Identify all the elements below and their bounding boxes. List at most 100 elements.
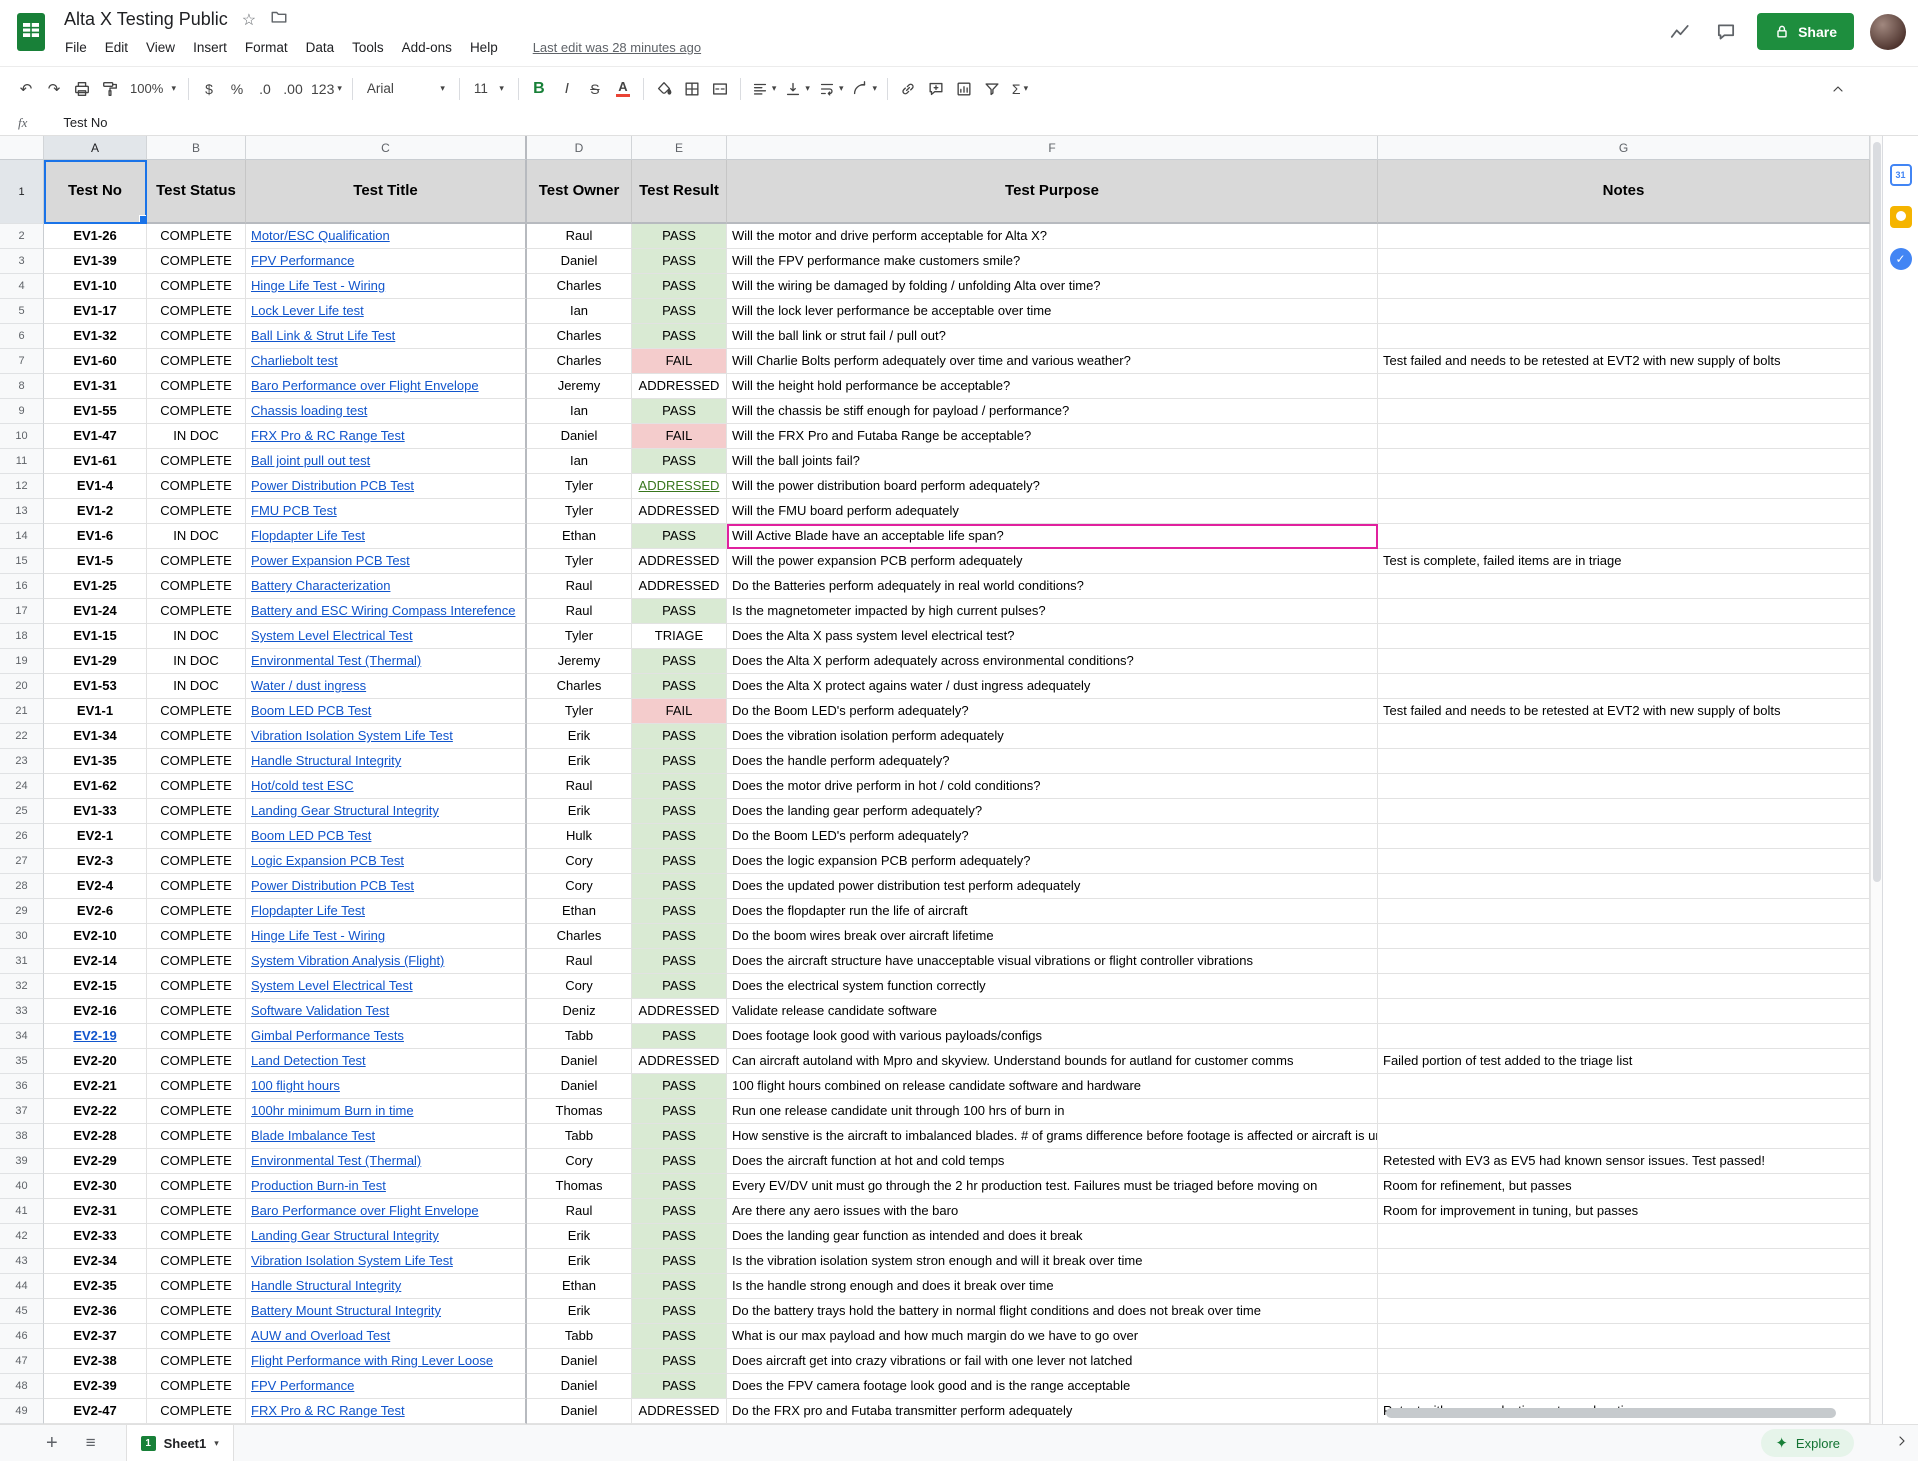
row-header-16[interactable]: 16 — [0, 574, 44, 599]
cell-test-purpose[interactable]: Does the landing gear perform adequately… — [727, 799, 1378, 824]
cell-notes[interactable] — [1378, 224, 1870, 249]
cell-test-status[interactable]: COMPLETE — [147, 899, 246, 924]
merge-cells-button[interactable] — [706, 75, 734, 103]
row-header-26[interactable]: 26 — [0, 824, 44, 849]
row-header-32[interactable]: 32 — [0, 974, 44, 999]
cell-notes[interactable] — [1378, 1024, 1870, 1049]
cell-test-status[interactable]: COMPLETE — [147, 849, 246, 874]
cell-test-purpose[interactable]: Do the FRX pro and Futaba transmitter pe… — [727, 1399, 1378, 1424]
cell-test-result[interactable]: PASS — [632, 674, 727, 699]
cell-test-title-link[interactable]: Flopdapter Life Test — [246, 899, 527, 924]
last-edit-link[interactable]: Last edit was 28 minutes ago — [533, 40, 701, 55]
cell-test-owner[interactable]: Erik — [527, 799, 632, 824]
cell-test-result[interactable]: PASS — [632, 249, 727, 274]
cell-test-no[interactable]: EV2-16 — [44, 999, 147, 1024]
menu-insert[interactable]: Insert — [184, 37, 236, 58]
cell-test-result[interactable]: PASS — [632, 649, 727, 674]
header-cell-test-no[interactable]: Test No — [44, 160, 147, 224]
column-header-F[interactable]: F — [727, 136, 1378, 160]
cell-test-title-link[interactable]: Power Expansion PCB Test — [246, 549, 527, 574]
cell-test-owner[interactable]: Tyler — [527, 699, 632, 724]
cell-test-result[interactable]: PASS — [632, 1074, 727, 1099]
cell-test-result[interactable]: PASS — [632, 799, 727, 824]
cell-notes[interactable] — [1378, 574, 1870, 599]
cell-test-purpose[interactable]: Does aircraft get into crazy vibrations … — [727, 1349, 1378, 1374]
cell-test-owner[interactable]: Daniel — [527, 1349, 632, 1374]
row-header-30[interactable]: 30 — [0, 924, 44, 949]
row-header-46[interactable]: 46 — [0, 1324, 44, 1349]
cell-test-owner[interactable]: Raul — [527, 599, 632, 624]
row-header-12[interactable]: 12 — [0, 474, 44, 499]
row-header-11[interactable]: 11 — [0, 449, 44, 474]
cell-test-no[interactable]: EV2-14 — [44, 949, 147, 974]
cell-test-purpose[interactable]: Every EV/DV unit must go through the 2 h… — [727, 1174, 1378, 1199]
cell-notes[interactable] — [1378, 849, 1870, 874]
cell-test-status[interactable]: COMPLETE — [147, 1349, 246, 1374]
cell-test-result[interactable]: FAIL — [632, 424, 727, 449]
cell-test-purpose[interactable]: Does the motor drive perform in hot / co… — [727, 774, 1378, 799]
cell-test-owner[interactable]: Charles — [527, 349, 632, 374]
cell-test-purpose[interactable]: Does footage look good with various payl… — [727, 1024, 1378, 1049]
cell-test-purpose[interactable]: Do the Boom LED's perform adequately? — [727, 699, 1378, 724]
cell-test-status[interactable]: COMPLETE — [147, 499, 246, 524]
cell-test-result[interactable]: PASS — [632, 1299, 727, 1324]
row-header-43[interactable]: 43 — [0, 1249, 44, 1274]
cell-test-no[interactable]: EV1-55 — [44, 399, 147, 424]
cell-test-purpose[interactable]: Do the battery trays hold the battery in… — [727, 1299, 1378, 1324]
cell-test-no[interactable]: EV2-22 — [44, 1099, 147, 1124]
cell-test-owner[interactable]: Raul — [527, 1199, 632, 1224]
cell-test-status[interactable]: COMPLETE — [147, 1174, 246, 1199]
cell-test-status[interactable]: COMPLETE — [147, 724, 246, 749]
cell-test-status[interactable]: COMPLETE — [147, 799, 246, 824]
cell-test-status[interactable]: COMPLETE — [147, 299, 246, 324]
cell-notes[interactable] — [1378, 449, 1870, 474]
cell-test-owner[interactable]: Raul — [527, 224, 632, 249]
cell-notes[interactable] — [1378, 974, 1870, 999]
cell-test-result[interactable]: PASS — [632, 774, 727, 799]
cell-test-status[interactable]: COMPLETE — [147, 1324, 246, 1349]
cell-notes[interactable] — [1378, 474, 1870, 499]
cell-test-status[interactable]: COMPLETE — [147, 1299, 246, 1324]
cell-test-purpose[interactable]: Does the flopdapter run the life of airc… — [727, 899, 1378, 924]
row-header-6[interactable]: 6 — [0, 324, 44, 349]
row-header-8[interactable]: 8 — [0, 374, 44, 399]
cell-test-no[interactable]: EV1-35 — [44, 749, 147, 774]
cell-notes[interactable]: Room for refinement, but passes — [1378, 1174, 1870, 1199]
cell-test-owner[interactable]: Charles — [527, 274, 632, 299]
cell-test-owner[interactable]: Tyler — [527, 474, 632, 499]
cell-test-result[interactable]: ADDRESSED — [632, 374, 727, 399]
cell-test-owner[interactable]: Cory — [527, 849, 632, 874]
cell-test-owner[interactable]: Tyler — [527, 624, 632, 649]
text-wrap-button[interactable]: ▾ — [814, 75, 848, 103]
cell-test-result[interactable]: PASS — [632, 1249, 727, 1274]
row-header-49[interactable]: 49 — [0, 1399, 44, 1424]
cell-test-purpose[interactable]: Does the electrical system function corr… — [727, 974, 1378, 999]
cell-test-result[interactable]: PASS — [632, 1124, 727, 1149]
cell-test-title-link[interactable]: Water / dust ingress — [246, 674, 527, 699]
row-header-35[interactable]: 35 — [0, 1049, 44, 1074]
row-header-2[interactable]: 2 — [0, 224, 44, 249]
cell-test-owner[interactable]: Jeremy — [527, 374, 632, 399]
cell-test-status[interactable]: COMPLETE — [147, 824, 246, 849]
cell-test-owner[interactable]: Erik — [527, 1224, 632, 1249]
cell-test-title-link[interactable]: Hinge Life Test - Wiring — [246, 274, 527, 299]
cell-test-result[interactable]: PASS — [632, 299, 727, 324]
cell-test-owner[interactable]: Ian — [527, 299, 632, 324]
filter-button[interactable] — [978, 75, 1006, 103]
cell-test-owner[interactable]: Daniel — [527, 1374, 632, 1399]
cell-test-title-link[interactable]: Baro Performance over Flight Envelope — [246, 374, 527, 399]
cell-notes[interactable] — [1378, 599, 1870, 624]
cell-test-result[interactable]: PASS — [632, 399, 727, 424]
cell-test-title-link[interactable]: Handle Structural Integrity — [246, 1274, 527, 1299]
cell-test-purpose[interactable]: What is our max payload and how much mar… — [727, 1324, 1378, 1349]
cell-test-title-link[interactable]: Ball joint pull out test — [246, 449, 527, 474]
cell-notes[interactable] — [1378, 374, 1870, 399]
cell-test-owner[interactable]: Ethan — [527, 899, 632, 924]
cell-test-status[interactable]: COMPLETE — [147, 774, 246, 799]
cell-test-title-link[interactable]: Production Burn-in Test — [246, 1174, 527, 1199]
cell-notes[interactable] — [1378, 1124, 1870, 1149]
column-header-G[interactable]: G — [1378, 136, 1870, 160]
row-header-41[interactable]: 41 — [0, 1199, 44, 1224]
cell-test-purpose[interactable]: Are there any aero issues with the baro — [727, 1199, 1378, 1224]
cell-test-no[interactable]: EV1-6 — [44, 524, 147, 549]
